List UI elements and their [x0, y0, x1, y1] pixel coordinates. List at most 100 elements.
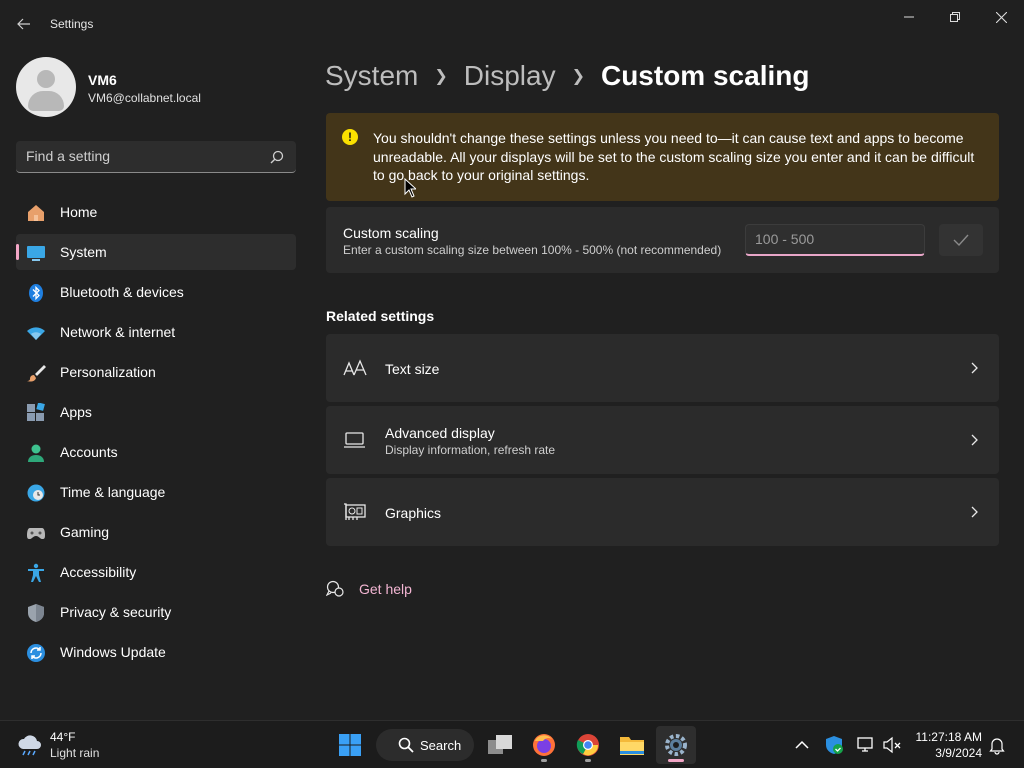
- avatar[interactable]: [16, 57, 76, 117]
- taskbar-chrome[interactable]: [568, 726, 608, 764]
- search-icon: [398, 737, 414, 753]
- related-item-title: Advanced display: [385, 425, 495, 441]
- custom-scaling-description: Enter a custom scaling size between 100%…: [343, 243, 722, 257]
- graphics-card-icon: [344, 503, 366, 520]
- sidebar-item-accounts[interactable]: Accounts: [16, 434, 296, 470]
- windows-logo-icon: [339, 734, 361, 756]
- checkmark-icon: [953, 234, 969, 246]
- sidebar-item-label: System: [60, 244, 107, 260]
- sidebar-item-label: Privacy & security: [60, 604, 172, 620]
- clock-globe-icon: [27, 484, 45, 502]
- related-item-title: Graphics: [385, 505, 442, 521]
- sidebar-item-label: Apps: [60, 404, 92, 420]
- task-view-button[interactable]: [480, 726, 520, 764]
- sidebar-item-privacy[interactable]: Privacy & security: [16, 594, 296, 630]
- weather-rain-icon[interactable]: [16, 733, 44, 757]
- sidebar-item-label: Time & language: [60, 484, 166, 500]
- clock-date[interactable]: 3/9/2024: [914, 746, 982, 760]
- sidebar-item-gaming[interactable]: Gaming: [16, 514, 296, 550]
- related-advanced-display[interactable]: Advanced display Display information, re…: [326, 406, 999, 474]
- chevron-up-icon[interactable]: [792, 735, 812, 755]
- sidebar-item-personalization[interactable]: Personalization: [16, 354, 296, 390]
- gamepad-icon: [27, 528, 45, 539]
- avatar-body-shape: [28, 91, 64, 111]
- user-name: VM6: [88, 72, 117, 88]
- chrome-icon: [576, 734, 599, 756]
- warning-banner: ! You shouldn't change these settings un…: [326, 113, 999, 201]
- sidebar-item-accessibility[interactable]: Accessibility: [16, 554, 296, 590]
- sidebar-item-label: Home: [60, 204, 98, 220]
- firefox-icon: [533, 734, 555, 756]
- bluetooth-icon: [29, 284, 43, 302]
- taskbar-search-label: Search: [420, 737, 462, 753]
- close-icon: [995, 11, 1007, 23]
- back-button[interactable]: [10, 12, 38, 36]
- related-graphics[interactable]: Graphics: [326, 478, 999, 546]
- sidebar-item-apps[interactable]: Apps: [16, 394, 296, 430]
- weather-description[interactable]: Light rain: [50, 746, 99, 760]
- title-bar: Settings: [0, 0, 1024, 48]
- custom-scaling-input[interactable]: [755, 231, 915, 247]
- custom-scaling-card: Custom scaling Enter a custom scaling si…: [326, 207, 999, 273]
- sidebar-item-network[interactable]: Network & internet: [16, 314, 296, 350]
- minimize-button[interactable]: [886, 4, 932, 30]
- defender-shield-icon[interactable]: [824, 735, 844, 755]
- sidebar-nav: Home System Bluetooth & devices Network …: [16, 194, 296, 674]
- sidebar-item-label: Accessibility: [60, 564, 137, 580]
- search-box[interactable]: [16, 141, 296, 173]
- chevron-right-icon: ❯: [434, 68, 448, 85]
- restore-button[interactable]: [932, 4, 978, 30]
- shield-icon: [28, 604, 44, 622]
- wifi-icon: [27, 327, 45, 340]
- related-item-subtitle: Display information, refresh rate: [385, 443, 556, 457]
- minimize-icon: [904, 16, 914, 18]
- sidebar-item-time-language[interactable]: Time & language: [16, 474, 296, 510]
- gear-icon: [665, 734, 687, 756]
- breadcrumb-system[interactable]: System: [325, 60, 418, 92]
- sidebar-item-bluetooth[interactable]: Bluetooth & devices: [16, 274, 296, 310]
- folder-icon: [620, 737, 644, 755]
- brush-icon: [27, 365, 46, 382]
- apply-scaling-button[interactable]: [939, 224, 983, 256]
- taskbar-search[interactable]: Search: [376, 729, 474, 761]
- warning-icon: !: [342, 129, 358, 145]
- warning-text: You shouldn't change these settings unle…: [373, 130, 975, 183]
- start-button[interactable]: [330, 726, 370, 764]
- get-help-link[interactable]: Get help: [359, 581, 412, 597]
- chevron-right-icon: [971, 506, 978, 518]
- sidebar-item-home[interactable]: Home: [16, 194, 296, 230]
- search-icon[interactable]: [270, 150, 284, 164]
- accounts-icon: [28, 444, 44, 462]
- network-monitor-icon[interactable]: [856, 735, 876, 755]
- sidebar-item-system[interactable]: System: [16, 234, 296, 270]
- taskbar-firefox[interactable]: [524, 726, 564, 764]
- custom-scaling-field[interactable]: [745, 224, 925, 256]
- get-help[interactable]: Get help: [326, 578, 412, 600]
- running-indicator: [585, 759, 591, 762]
- clock-time[interactable]: 11:27:18 AM: [914, 730, 983, 744]
- taskbar: 44°F Light rain Search 11:27:18 AM 3/9/2…: [0, 720, 1024, 768]
- close-button[interactable]: [978, 4, 1024, 30]
- arrow-left-icon: [17, 18, 30, 30]
- notification-bell-icon[interactable]: [987, 735, 1007, 755]
- related-settings-heading: Related settings: [326, 308, 435, 324]
- taskbar-file-explorer[interactable]: [612, 726, 652, 764]
- breadcrumb-display[interactable]: Display: [464, 60, 556, 92]
- page-title: Custom scaling: [600, 60, 810, 91]
- chevron-right-icon: [971, 362, 978, 374]
- related-text-size[interactable]: Text size: [326, 334, 999, 402]
- sidebar-item-windows-update[interactable]: Windows Update: [16, 634, 296, 670]
- sidebar-item-label: Windows Update: [60, 644, 166, 660]
- sidebar-item-label: Gaming: [60, 524, 110, 540]
- speaker-muted-icon[interactable]: [882, 735, 902, 755]
- weather-temperature[interactable]: 44°F: [50, 730, 75, 744]
- search-input[interactable]: [26, 148, 266, 164]
- restore-icon: [950, 12, 960, 22]
- window-title: Settings: [50, 17, 94, 31]
- mouse-cursor-icon: [404, 178, 416, 198]
- taskbar-settings[interactable]: [656, 726, 696, 764]
- help-chat-icon: [326, 580, 344, 597]
- running-indicator: [541, 759, 547, 762]
- sidebar-item-label: Personalization: [60, 364, 156, 380]
- related-item-title: Text size: [385, 361, 440, 377]
